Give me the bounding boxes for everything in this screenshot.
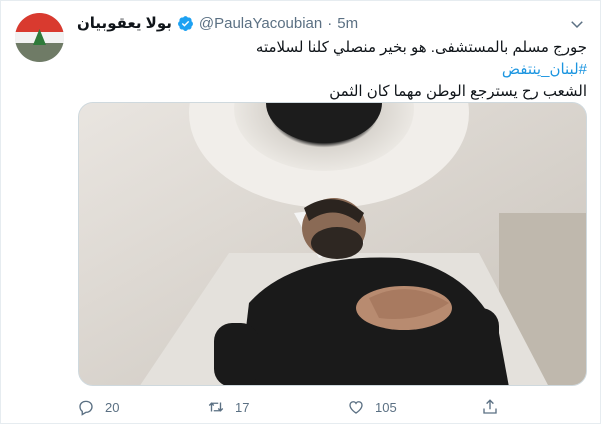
avatar-flag-red-stripe: [15, 13, 64, 32]
retweet-icon: [208, 402, 224, 412]
share-button[interactable]: [481, 398, 499, 416]
reply-count: 20: [105, 399, 120, 415]
reply-icon: [79, 400, 93, 416]
share-icon: [483, 399, 497, 414]
verified-badge-icon: [177, 15, 194, 32]
tweet-card[interactable]: بولا يعقوبيان @PaulaYacoubian · 5m جورج …: [0, 0, 601, 424]
tweet-photo[interactable]: [78, 102, 587, 386]
avatar[interactable]: [15, 13, 64, 62]
tweet-text-line-1: جورج مسلم بالمستشفى. هو بخير منصلي كلنا …: [255, 39, 587, 56]
like-count: 105: [375, 399, 397, 415]
hashtag-link[interactable]: #لبنان_ينتفض: [502, 61, 587, 78]
tweet-text: جورج مسلم بالمستشفى. هو بخير منصلي كلنا …: [79, 37, 587, 103]
user-handle[interactable]: @PaulaYacoubian: [199, 15, 322, 32]
tweet-header: بولا يعقوبيان @PaulaYacoubian · 5m: [77, 13, 358, 33]
display-name[interactable]: بولا يعقوبيان: [77, 14, 172, 32]
chevron-down-icon[interactable]: [568, 15, 586, 33]
hospital-scan-photo: [79, 103, 586, 385]
avatar-flag-lower-stripe: [15, 43, 64, 62]
heart-icon: [349, 401, 363, 414]
separator-dot: ·: [327, 14, 333, 32]
reply-button[interactable]: 20: [77, 398, 119, 416]
tweet-timestamp[interactable]: 5m: [337, 15, 358, 32]
retweet-button[interactable]: 17: [207, 398, 249, 416]
like-button[interactable]: 105: [347, 398, 397, 416]
tweet-text-line-3: الشعب رح يسترجع الوطن مهما كان الثمن: [329, 83, 587, 100]
retweet-count: 17: [235, 399, 250, 415]
tweet-actions: 20 17 105: [77, 398, 527, 420]
